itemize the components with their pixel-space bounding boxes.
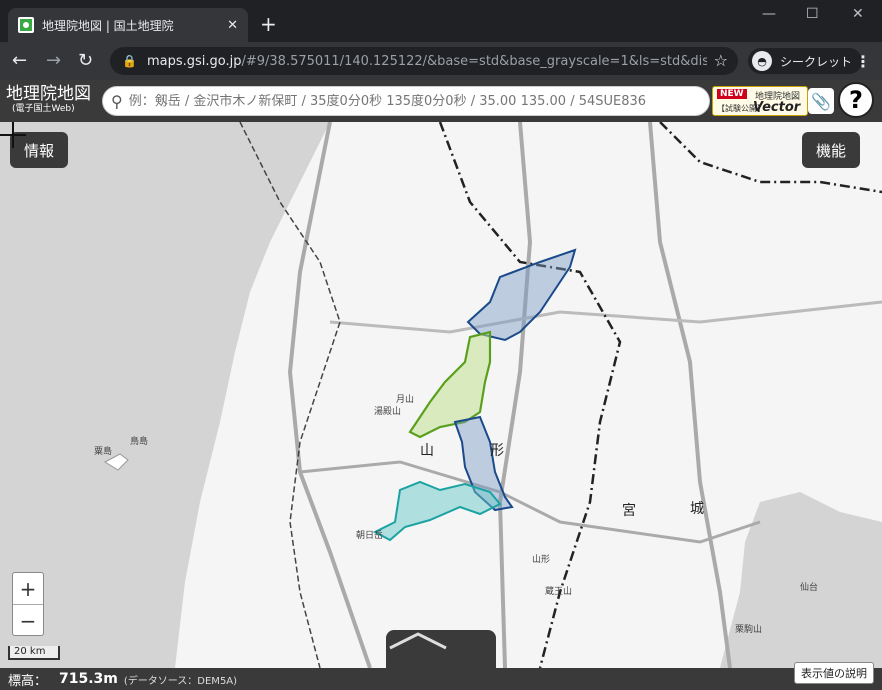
incognito-label: シークレット	[780, 54, 853, 69]
paperclip-icon[interactable]: 📎	[808, 88, 834, 114]
elevation-footer: 標高： 715.3m (データソース：DEM5A)	[0, 668, 882, 690]
incognito-indicator[interactable]: ◓ シークレット	[748, 48, 863, 74]
chevron-up-icon	[389, 632, 447, 650]
site-header: 地理院地図 (電子国土Web) ⚲ NEW 地理院地図 【試験公開】 Vecto…	[0, 80, 882, 122]
help-icon[interactable]: ?	[838, 82, 874, 118]
mountain-label-zao: 蔵王山	[545, 587, 573, 597]
map-canvas[interactable]: 情報 機能 山 形 宮 城 月山 湯殿山 朝日岳 粟島 鳥島 蔵王山 仙台 山形…	[0, 122, 882, 668]
zoom-out-button[interactable]: −	[13, 605, 43, 637]
browser-menu-icon[interactable]: ⋮	[855, 52, 871, 71]
elevation-label: 標高：	[8, 673, 48, 689]
map-graphics	[0, 122, 882, 668]
function-button[interactable]: 機能	[802, 132, 861, 168]
back-icon[interactable]: ←	[12, 50, 27, 71]
window-close-icon[interactable]: ✕	[852, 6, 864, 22]
mountain-label-asahi: 朝日岳	[356, 531, 384, 541]
scale-bar: 20 km	[8, 646, 60, 660]
forward-icon[interactable]: →	[46, 50, 61, 71]
vector-map-button[interactable]: NEW 地理院地図 【試験公開】 Vector	[712, 86, 808, 116]
search-input[interactable]	[128, 93, 699, 109]
reload-icon[interactable]: ↻	[78, 50, 93, 71]
minimize-icon[interactable]: —	[762, 6, 776, 22]
browser-tab-bar: 地理院地図 | 国土地理院 ✕ + — ☐ ✕	[0, 0, 882, 42]
browser-tab[interactable]: 地理院地図 | 国土地理院 ✕	[8, 8, 248, 42]
elevation-source: (データソース：DEM5A)	[123, 675, 238, 687]
gsi-favicon-icon	[18, 17, 34, 33]
mountain-label-yudono: 湯殿山	[374, 407, 402, 417]
bottom-drawer-toggle[interactable]	[386, 630, 496, 668]
island-label-torishima: 鳥島	[130, 437, 149, 447]
address-bar[interactable]: 🔒 maps.gsi.go.jp/#9/38.575011/140.125122…	[110, 47, 738, 75]
pref-label-yamagata-1: 山	[420, 443, 434, 459]
url-text: maps.gsi.go.jp/#9/38.575011/140.125122/&…	[146, 53, 707, 69]
zoom-control: + −	[12, 572, 44, 636]
search-icon: ⚲	[111, 91, 123, 111]
tab-close-icon[interactable]: ✕	[227, 18, 238, 33]
city-label-sendai: 仙台	[800, 583, 819, 593]
lock-icon: 🔒	[122, 54, 137, 68]
browser-toolbar: ← → ↻ 🔒 maps.gsi.go.jp/#9/38.575011/140.…	[0, 42, 882, 80]
bookmark-star-icon[interactable]: ☆	[714, 51, 728, 70]
pref-label-miyagi-2: 城	[690, 501, 704, 517]
pref-label-yamagata-2: 形	[490, 443, 504, 459]
site-logo[interactable]: 地理院地図 (電子国土Web)	[6, 86, 91, 114]
value-explanation-button[interactable]: 表示値の説明	[794, 662, 874, 684]
tab-title: 地理院地図 | 国土地理院	[42, 18, 174, 33]
zoom-in-button[interactable]: +	[13, 573, 43, 605]
pref-label-miyagi-1: 宮	[622, 503, 636, 519]
city-label-yamagata: 山形	[532, 555, 551, 565]
island-label-awashima: 粟島	[94, 447, 113, 457]
elevation-value: 715.3m	[59, 671, 118, 687]
incognito-icon: ◓	[752, 51, 772, 71]
center-crosshair-icon	[0, 122, 26, 148]
mountain-label-kurikoma: 栗駒山	[735, 625, 763, 635]
new-tab-icon[interactable]: +	[260, 12, 277, 36]
place-search-box[interactable]: ⚲	[102, 86, 710, 116]
maximize-icon[interactable]: ☐	[806, 6, 819, 22]
